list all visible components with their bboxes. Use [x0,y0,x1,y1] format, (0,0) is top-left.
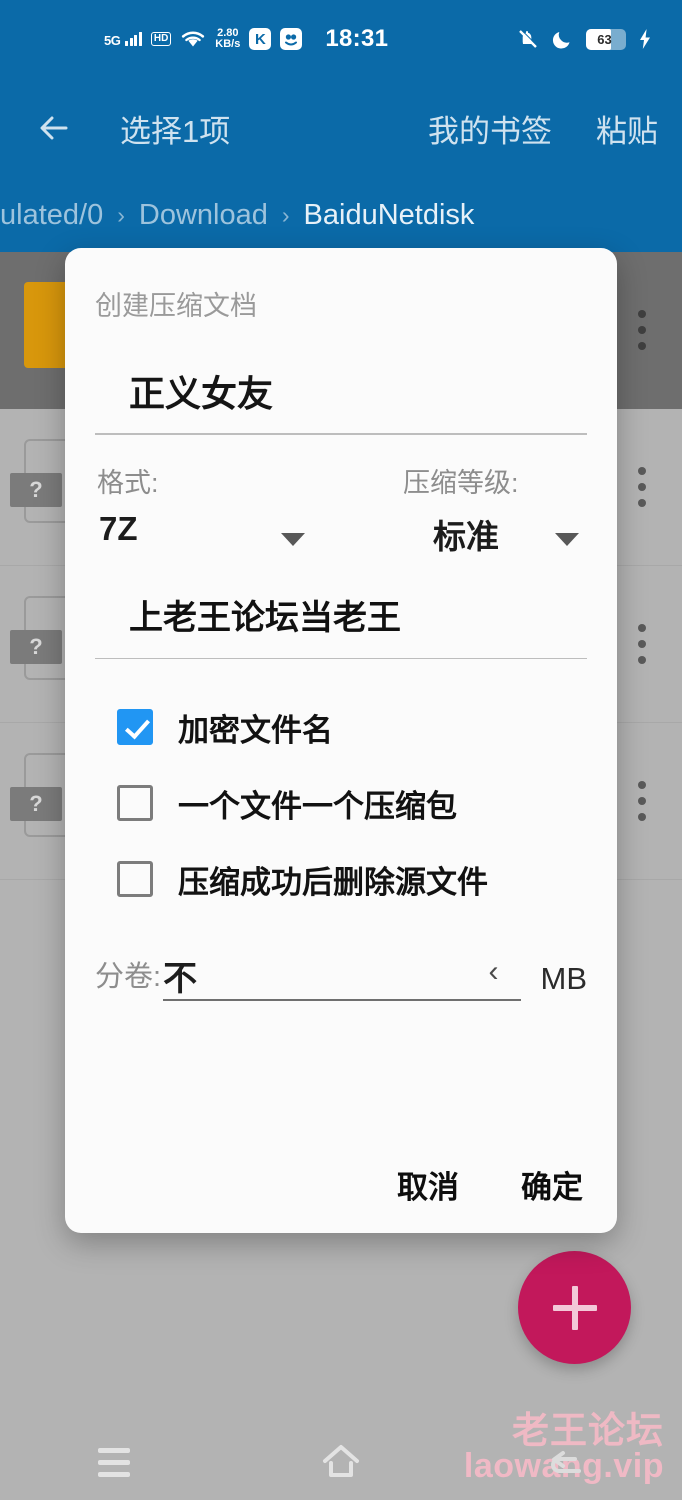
more-vertical-icon[interactable] [638,624,646,664]
breadcrumb: ulated/0 › Download › BaiduNetdisk [0,178,682,252]
status-bar-clock: 18:31 [325,25,389,52]
options-checkbox-group: 加密文件名 一个文件一个压缩包 压缩成功后删除源文件 [95,689,587,917]
split-volume-unit: MB [540,961,588,996]
breadcrumb-item-baidunetdisk[interactable]: BaiduNetdisk [304,199,475,232]
battery-percent-label: 63 [597,31,612,47]
checkbox-encrypt-filenames[interactable]: 加密文件名 [117,689,587,765]
compression-level-value: 标准 [433,517,499,555]
dialog-title: 创建压缩文档 [95,291,257,321]
checkbox-label: 加密文件名 [178,712,333,748]
status-bar-right: 63 [516,27,652,51]
checkbox-one-archive-per-file[interactable]: 一个文件一个压缩包 [117,765,587,841]
status-bar: 5G HD 2.80 KB/s K 18:31 63 [0,0,682,78]
split-volume-label: 分卷: [95,961,162,993]
plus-icon [552,1285,597,1330]
checkbox-label: 压缩成功后删除源文件 [178,864,488,900]
password-input[interactable]: 上老王论坛当老王 [95,590,587,637]
back-arrow-icon[interactable] [33,107,75,149]
breadcrumb-separator: › [281,201,290,228]
menu-icon [97,1447,130,1477]
format-label: 格式: [97,467,159,498]
more-vertical-icon[interactable] [638,310,646,350]
k-app-icon: K [249,28,272,50]
format-level-row: 格式: 7Z 压缩等级: 标准 [95,461,587,558]
chevron-down-icon [281,532,305,546]
format-select[interactable]: 格式: 7Z [95,461,341,558]
checkbox-delete-source-after[interactable]: 压缩成功后删除源文件 [117,841,587,917]
battery-indicator: 63 [586,28,626,50]
breadcrumb-item-root[interactable]: ulated/0 [0,199,103,232]
archive-name-underline [95,433,587,435]
compression-level-select[interactable]: 压缩等级: 标准 [341,461,587,558]
chevron-down-icon [555,532,579,546]
create-archive-dialog: 创建压缩文档 正义女友 格式: 7Z 压缩等级: 标准 上老王论坛当老王 加密文… [65,248,617,1233]
home-icon [322,1445,359,1477]
data-rate-indicator: 2.80 KB/s [215,28,240,50]
unknown-type-badge: ? [10,473,62,507]
data-rate-unit: KB/s [215,38,241,50]
split-volume-input[interactable]: 不 ‹ [163,951,521,1001]
password-underline [95,657,587,659]
status-bar-left: 5G HD 2.80 KB/s K 18:31 [104,25,388,53]
chevron-left-icon[interactable]: ‹ [489,955,499,989]
recents-button[interactable] [69,1434,159,1490]
checkbox-icon-checked[interactable] [117,709,153,745]
app-bar-actions: 我的书签 粘贴 [428,106,658,151]
home-button[interactable] [296,1434,386,1490]
lightning-bolt-icon [640,29,650,49]
dialog-actions: 取消 确定 [397,1162,583,1207]
bell-off-icon [519,29,538,48]
cancel-button[interactable]: 取消 [397,1162,459,1207]
network-type-label: 5G [104,33,121,48]
selection-count-title: 选择1项 [120,113,231,149]
unknown-type-badge: ? [10,787,62,821]
split-volume-value: 不 [163,960,198,998]
signal-bars-icon [125,32,142,46]
breadcrumb-separator: › [117,201,125,228]
system-nav-bar [0,1424,682,1500]
split-volume-row: 分卷: 不 ‹ MB [95,951,587,1001]
breadcrumb-item-download[interactable]: Download [139,199,268,232]
signal-icon: 5G [104,32,142,48]
nav-back-button[interactable] [523,1434,613,1490]
checkbox-label: 一个文件一个压缩包 [178,788,457,824]
archive-name-input[interactable]: 正义女友 [95,365,587,415]
checkbox-icon-unchecked[interactable] [117,785,153,821]
app-bar: 选择1项 我的书签 粘贴 [0,78,682,178]
moon-icon [552,32,570,49]
more-vertical-icon[interactable] [638,781,646,821]
paste-button[interactable]: 粘贴 [596,106,658,151]
confirm-button[interactable]: 确定 [521,1162,583,1207]
checkbox-icon-unchecked[interactable] [117,861,153,897]
phone-screen: 5G HD 2.80 KB/s K 18:31 63 选择1项 我的书签 粘贴 … [0,0,682,1500]
bookmarks-button[interactable]: 我的书签 [428,106,552,151]
back-arrow-icon [551,1451,582,1473]
hd-label: HD [150,32,172,46]
add-fab-button[interactable] [518,1251,631,1364]
unknown-type-badge: ? [10,630,62,664]
wifi-icon [182,31,205,47]
more-vertical-icon[interactable] [638,467,646,507]
notification-app-icon [280,28,303,50]
compression-level-label: 压缩等级: [403,467,519,498]
